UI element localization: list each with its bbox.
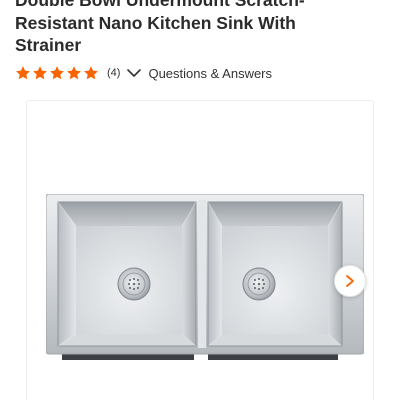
review-count[interactable]: (4) <box>107 67 120 79</box>
next-image-button[interactable] <box>334 265 366 297</box>
rating-row: (4) Questions & Answers <box>15 64 272 82</box>
star-icon <box>33 66 47 80</box>
product-title-line-3: Strainer <box>15 35 82 55</box>
questions-answers-label: Questions & Answers <box>148 65 273 81</box>
star-icon <box>84 66 98 80</box>
product-title-line-2: Resistant Nano Kitchen Sink With <box>15 12 296 33</box>
star-icon <box>16 66 30 80</box>
product-image-sink[interactable] <box>46 194 364 366</box>
product-title: Double Bowl Undermount Scratch- Resistan… <box>15 0 395 57</box>
star-icon <box>67 66 81 80</box>
chevron-right-icon <box>346 275 354 287</box>
questions-answers-link[interactable]: Questions & Answers <box>126 66 272 81</box>
chevron-down-icon <box>127 69 142 77</box>
star-icon <box>50 66 64 80</box>
star-rating[interactable] <box>15 65 99 81</box>
product-title-line-1: Double Bowl Undermount Scratch- <box>15 0 305 10</box>
